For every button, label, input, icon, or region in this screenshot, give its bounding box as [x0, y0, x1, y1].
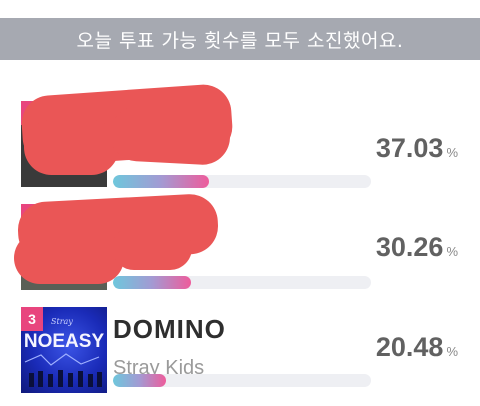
vote-progress-bar: [113, 276, 371, 289]
vote-progress-bar: [113, 374, 371, 387]
vote-progress-fill: [113, 276, 192, 289]
status-banner-area: 오늘 투표 가능 횟수를 모두 소진했어요.: [0, 0, 480, 62]
cover-title-text: NOEASY: [24, 331, 105, 352]
cover-figures: [29, 370, 102, 387]
song-title: DOMINO: [113, 314, 226, 344]
vote-progress-fill: [113, 175, 209, 188]
cover-lightning: [24, 353, 100, 366]
vote-progress-fill: [113, 374, 166, 387]
ranking-item-3[interactable]: 3 Stray NOEASY DOMINO Stray Kids 20.48%: [0, 300, 480, 400]
vote-progress-bar: [113, 175, 371, 188]
album-art: Stray NOEASY: [24, 317, 105, 387]
cover-small-text: Stray: [51, 317, 73, 326]
banner-text: 오늘 투표 가능 횟수를 모두 소진했어요.: [76, 29, 404, 52]
vote-exhausted-banner: 오늘 투표 가능 횟수를 모두 소진했어요.: [0, 18, 480, 60]
vote-percentage: 37.03%: [375, 133, 458, 163]
album-cover: 3 Stray NOEASY: [21, 307, 107, 393]
vote-percentage: 20.48%: [375, 332, 458, 362]
vote-percentage: 30.26%: [375, 232, 458, 262]
